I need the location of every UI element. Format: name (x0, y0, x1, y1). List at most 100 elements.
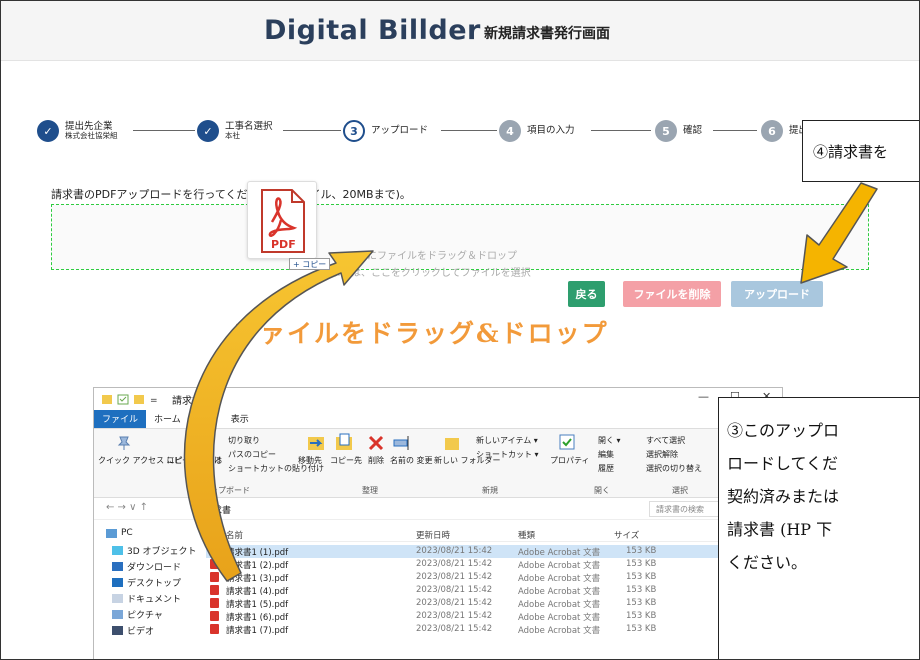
step-connector (591, 130, 651, 131)
brand-logo: Digital Billder (264, 15, 481, 46)
file-modified: 2023/08/21 15:42 (416, 624, 493, 634)
step-5: 5 確認 (655, 119, 702, 143)
navigation-pane: PC 3D オブジェクト ダウンロード デスクトップ ドキュメント ピクチャ ビ… (94, 520, 206, 659)
tab-view[interactable]: 表示 (223, 410, 257, 428)
nav-arrows-icon[interactable]: ← → ∨ ↑ (106, 502, 148, 513)
pdf-file-icon (210, 585, 219, 595)
file-modified: 2023/08/21 15:42 (416, 572, 493, 582)
sidebar-item-videos[interactable]: ビデオ (112, 624, 154, 637)
rename-button[interactable]: 名前の 変更 (390, 455, 433, 466)
file-type: Adobe Acrobat 文書 (518, 613, 601, 623)
copy-path-button[interactable]: パスのコピー (228, 449, 276, 460)
new-item-button[interactable]: 新しいアイテム ▾ (476, 435, 538, 446)
sidebar-item-label: ピクチャ (127, 611, 163, 621)
file-name: 請求書1 (1).pdf (226, 548, 289, 558)
tab-file[interactable]: ファイル (94, 410, 147, 428)
step-connector (283, 130, 341, 131)
file-size: 153 KB (626, 624, 657, 634)
history-button[interactable]: 履歴 (598, 463, 614, 474)
callout-line: ロードしてくだ (727, 454, 839, 473)
step-label: 確認 (683, 125, 703, 137)
select-all-button[interactable]: すべて選択 (646, 435, 685, 446)
file-explorer-window: = 請求書 — ☐ ✕ ファイル ホーム 共有 表示 クイック アクセス にピン… (93, 387, 783, 659)
upload-button[interactable]: アップロード (731, 281, 823, 307)
file-row[interactable]: 請求書1 (6).pdf 2023/08/21 15:42 Adobe Acroba… (206, 610, 782, 623)
sidebar-item-label: PC (121, 528, 133, 538)
tab-share[interactable]: 共有 (189, 410, 223, 428)
pdf-label: PDF (271, 238, 296, 251)
file-row[interactable]: 請求書1 (4).pdf 2023/08/21 15:42 Adobe Acroba… (206, 584, 782, 597)
new-folder-icon (445, 438, 459, 450)
file-modified: 2023/08/21 15:42 (416, 559, 493, 569)
ribbon-panel: クイック アクセス にピン留めする コピー 貼り付け 切り取り パスのコピー シ… (94, 428, 782, 498)
edit-button[interactable]: 編集 (598, 449, 614, 460)
address-path[interactable]: 請求書 (204, 503, 231, 516)
file-name: 請求書1 (4).pdf (226, 587, 289, 597)
file-row[interactable]: 請求書1 (5).pdf 2023/08/21 15:42 Adobe Acroba… (206, 597, 782, 610)
callout-step3: ③このアップロ ロードしてくだ 契約済みまたは 請求書 (HP 下 ください。 (718, 397, 919, 659)
shortcut-button[interactable]: ショートカット ▾ (476, 449, 539, 460)
delete-file-button[interactable]: ファイルを削除 (623, 281, 721, 307)
pdf-file-icon (210, 572, 219, 582)
file-type: Adobe Acrobat 文書 (518, 561, 601, 571)
step-connector (441, 130, 497, 131)
sidebar-item-pc[interactable]: PC (106, 528, 133, 538)
pdf-file-icon (210, 611, 219, 621)
file-type: Adobe Acrobat 文書 (518, 626, 601, 636)
rename-icon (393, 436, 409, 450)
file-type: Adobe Acrobat 文書 (518, 548, 601, 558)
pin-icon (117, 436, 131, 450)
sidebar-item-3d[interactable]: 3D オブジェクト (112, 544, 197, 557)
pdf-file-icon (210, 624, 219, 634)
file-modified: 2023/08/21 15:42 (416, 546, 493, 556)
column-size[interactable]: サイズ (614, 529, 639, 541)
screenshot-frame: Digital Billder 新規請求書発行画面 ✓ 提出先企業 株式会社協栄組… (0, 0, 920, 660)
file-name: 請求書1 (5).pdf (226, 600, 289, 610)
column-modified[interactable]: 更新日時 (416, 529, 450, 541)
file-modified: 2023/08/21 15:42 (416, 585, 493, 595)
sidebar-item-pictures[interactable]: ピクチャ (112, 608, 163, 621)
file-name: 請求書1 (7).pdf (226, 626, 289, 636)
step-sublabel: 株式会社協栄組 (65, 131, 118, 141)
back-button[interactable]: 戻る (568, 281, 605, 307)
app-header: Digital Billder 新規請求書発行画面 (1, 1, 919, 61)
open-button[interactable]: 開く ▾ (598, 435, 621, 446)
copy-to-button[interactable]: コピー先 (330, 455, 362, 466)
select-none-button[interactable]: 選択解除 (646, 449, 678, 460)
sidebar-item-label: ビデオ (127, 627, 155, 637)
screen-title: 新規請求書発行画面 (484, 26, 610, 42)
invert-selection-button[interactable]: 選択の切り替え (646, 463, 702, 474)
sidebar-item-downloads[interactable]: ダウンロード (112, 560, 181, 573)
minimize-icon[interactable]: — (698, 390, 709, 403)
sidebar-item-label: 3D オブジェクト (127, 547, 197, 557)
check-icon: ✓ (197, 120, 219, 142)
sidebar-item-desktop[interactable]: デスクトップ (112, 576, 181, 589)
group-clipboard-label: クリップボード (194, 486, 250, 495)
file-size: 153 KB (626, 585, 657, 595)
cut-button[interactable]: 切り取り (228, 435, 260, 446)
copy-button[interactable]: コピー (166, 455, 190, 466)
window-title: 請求書 (172, 396, 202, 407)
upload-instruction: 請求書のPDFアップロードを行ってください（1ファイル、20MBまで)。 (51, 188, 411, 201)
move-to-button[interactable]: 移動先 (298, 455, 322, 466)
file-size: 153 KB (626, 559, 657, 569)
file-row[interactable]: 請求書1 (3).pdf 2023/08/21 15:42 Adobe Acroba… (206, 571, 782, 584)
tab-home[interactable]: ホーム (146, 410, 189, 428)
move-to-icon (308, 437, 324, 450)
delete-button[interactable]: 削除 (368, 455, 384, 466)
column-type[interactable]: 種類 (518, 529, 535, 541)
file-name: 請求書1 (6).pdf (226, 613, 289, 623)
dragged-pdf-file[interactable]: PDF (247, 181, 317, 259)
column-name[interactable]: 名前 (226, 529, 243, 541)
callout-line: ③このアップロ (727, 421, 840, 440)
callout-line: ください。 (727, 553, 808, 572)
paste-button[interactable]: 貼り付け (190, 455, 222, 466)
step-connector (713, 130, 757, 131)
explorer-titlebar: = 請求書 — ☐ ✕ (94, 388, 782, 410)
file-row[interactable]: 請求書1 (1).pdf 2023/08/21 15:42 Adobe Acroba… (206, 545, 782, 558)
group-organize-label: 整理 (362, 486, 378, 495)
file-row[interactable]: 請求書1 (2).pdf 2023/08/21 15:42 Adobe Acroba… (206, 558, 782, 571)
properties-button[interactable]: プロパティ (550, 455, 590, 466)
file-row[interactable]: 請求書1 (7).pdf 2023/08/21 15:42 Adobe Acroba… (206, 623, 782, 636)
sidebar-item-documents[interactable]: ドキュメント (112, 592, 181, 605)
